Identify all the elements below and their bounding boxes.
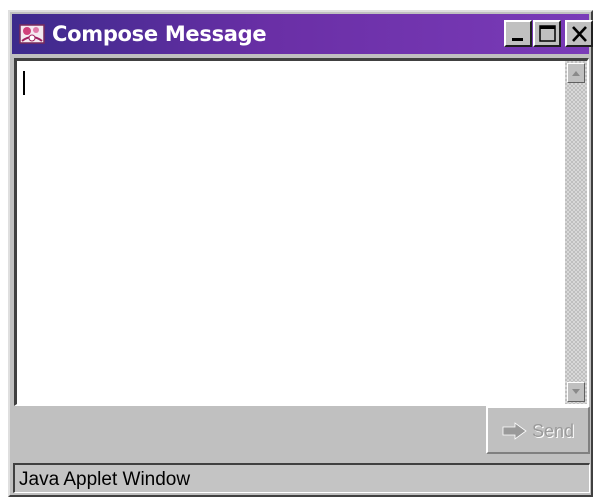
title-bar[interactable]: Compose Message: [12, 14, 593, 54]
status-text: Java Applet Window: [19, 469, 191, 490]
app-icon[interactable]: [18, 21, 46, 47]
minimize-button[interactable]: [504, 20, 532, 47]
scroll-down-button[interactable]: [567, 382, 585, 402]
arrow-right-icon: [502, 422, 527, 440]
send-button[interactable]: Send: [486, 406, 590, 454]
status-bar: Java Applet Window: [13, 463, 590, 493]
scroll-down-arrow-icon: [572, 389, 580, 394]
close-icon: [572, 26, 587, 42]
vertical-scrollbar[interactable]: [565, 61, 587, 404]
maximize-button[interactable]: [533, 20, 561, 47]
minimize-icon: [512, 38, 523, 41]
scroll-up-arrow-icon: [572, 71, 580, 76]
message-text-area[interactable]: [14, 58, 589, 406]
maximize-icon: [539, 25, 556, 42]
window-title: Compose Message: [52, 22, 267, 46]
compose-message-window: Compose Message Send Java Applet Window: [8, 10, 593, 497]
send-button-label: Send: [532, 421, 575, 441]
text-caret: [23, 71, 25, 95]
scroll-up-button[interactable]: [567, 63, 585, 83]
close-button[interactable]: [565, 20, 593, 47]
